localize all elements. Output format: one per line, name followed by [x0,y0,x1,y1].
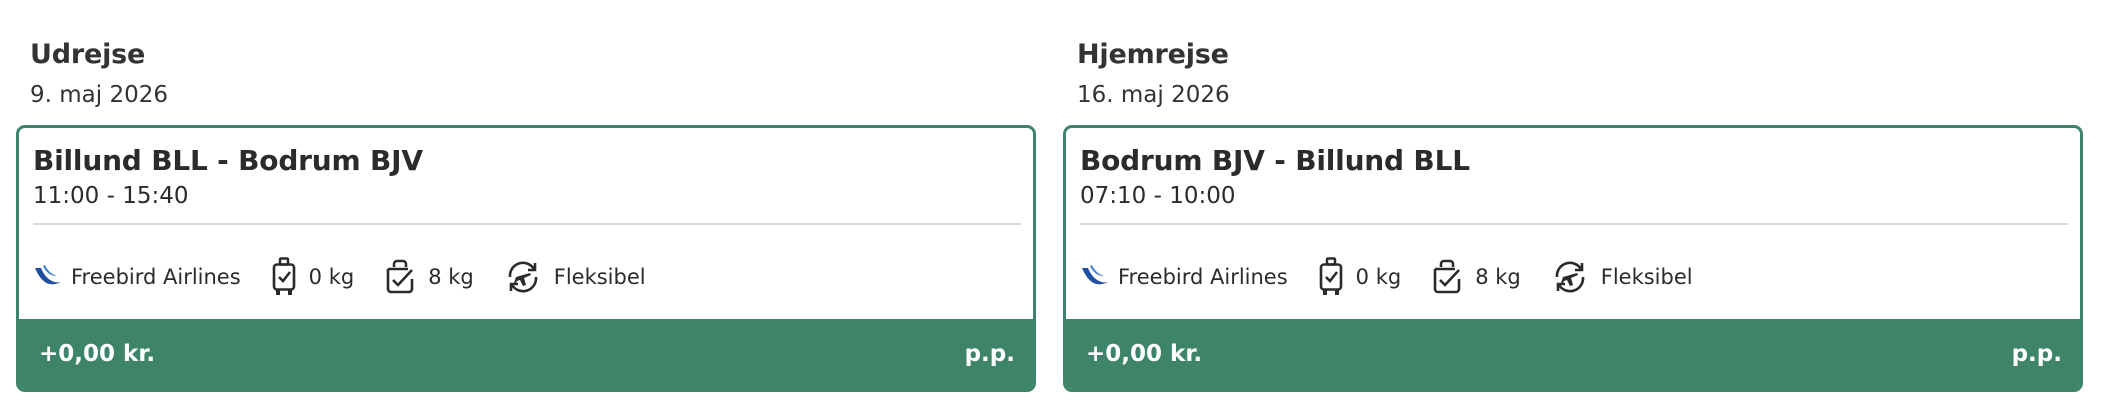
checked-baggage: 0 kg [1318,257,1402,297]
flexible-label: Fleksibel [553,265,646,289]
inbound-date: 16. maj 2026 [1077,82,1230,108]
price: +0,00 kr. [39,341,156,367]
flexible-ticket: Fleksibel [504,258,646,296]
flight-route: Billund BLL - Bodrum BJV [33,144,423,177]
airline-name: Freebird Airlines [71,265,241,289]
freebird-logo-icon [33,262,63,292]
flexible-ticket: Fleksibel [1551,258,1693,296]
flight-features: Freebird Airlines 0 kg 8 kg Fleksibel [1080,254,1723,300]
airline-name: Freebird Airlines [1118,265,1288,289]
suitcase-icon [1318,257,1344,297]
inbound-heading: Hjemrejse [1077,39,1229,70]
checked-baggage: 0 kg [271,257,355,297]
outbound-flight-card[interactable]: Billund BLL - Bodrum BJV 11:00 - 15:40 F… [16,125,1036,392]
flight-times: 11:00 - 15:40 [33,183,189,209]
flight-route: Bodrum BJV - Billund BLL [1080,144,1470,177]
airline-info: Freebird Airlines [1080,262,1288,292]
hand-baggage: 8 kg [384,259,474,295]
flexible-ticket-icon [1551,258,1589,296]
per-person-label: p.p. [2011,341,2062,367]
checked-baggage-weight: 0 kg [308,265,355,289]
price-bar[interactable]: +0,00 kr. p.p. [1066,319,2080,389]
flexible-ticket-icon [504,258,542,296]
hand-baggage: 8 kg [1431,259,1521,295]
per-person-label: p.p. [964,341,1015,367]
inbound-flight-card[interactable]: Bodrum BJV - Billund BLL 07:10 - 10:00 F… [1063,125,2083,392]
bag-icon [1431,259,1463,295]
freebird-logo-icon [1080,262,1110,292]
price-bar[interactable]: +0,00 kr. p.p. [19,319,1033,389]
hand-baggage-weight: 8 kg [428,265,474,289]
flexible-label: Fleksibel [1600,265,1693,289]
checked-baggage-weight: 0 kg [1355,265,1402,289]
outbound-date: 9. maj 2026 [30,82,168,108]
divider [1080,223,2068,225]
flight-features: Freebird Airlines 0 kg 8 kg Fleksibel [33,254,676,300]
bag-icon [384,259,416,295]
hand-baggage-weight: 8 kg [1475,265,1521,289]
suitcase-icon [271,257,297,297]
price: +0,00 kr. [1086,341,1203,367]
outbound-heading: Udrejse [30,39,146,70]
airline-info: Freebird Airlines [33,262,241,292]
flight-times: 07:10 - 10:00 [1080,183,1236,209]
divider [33,223,1021,225]
